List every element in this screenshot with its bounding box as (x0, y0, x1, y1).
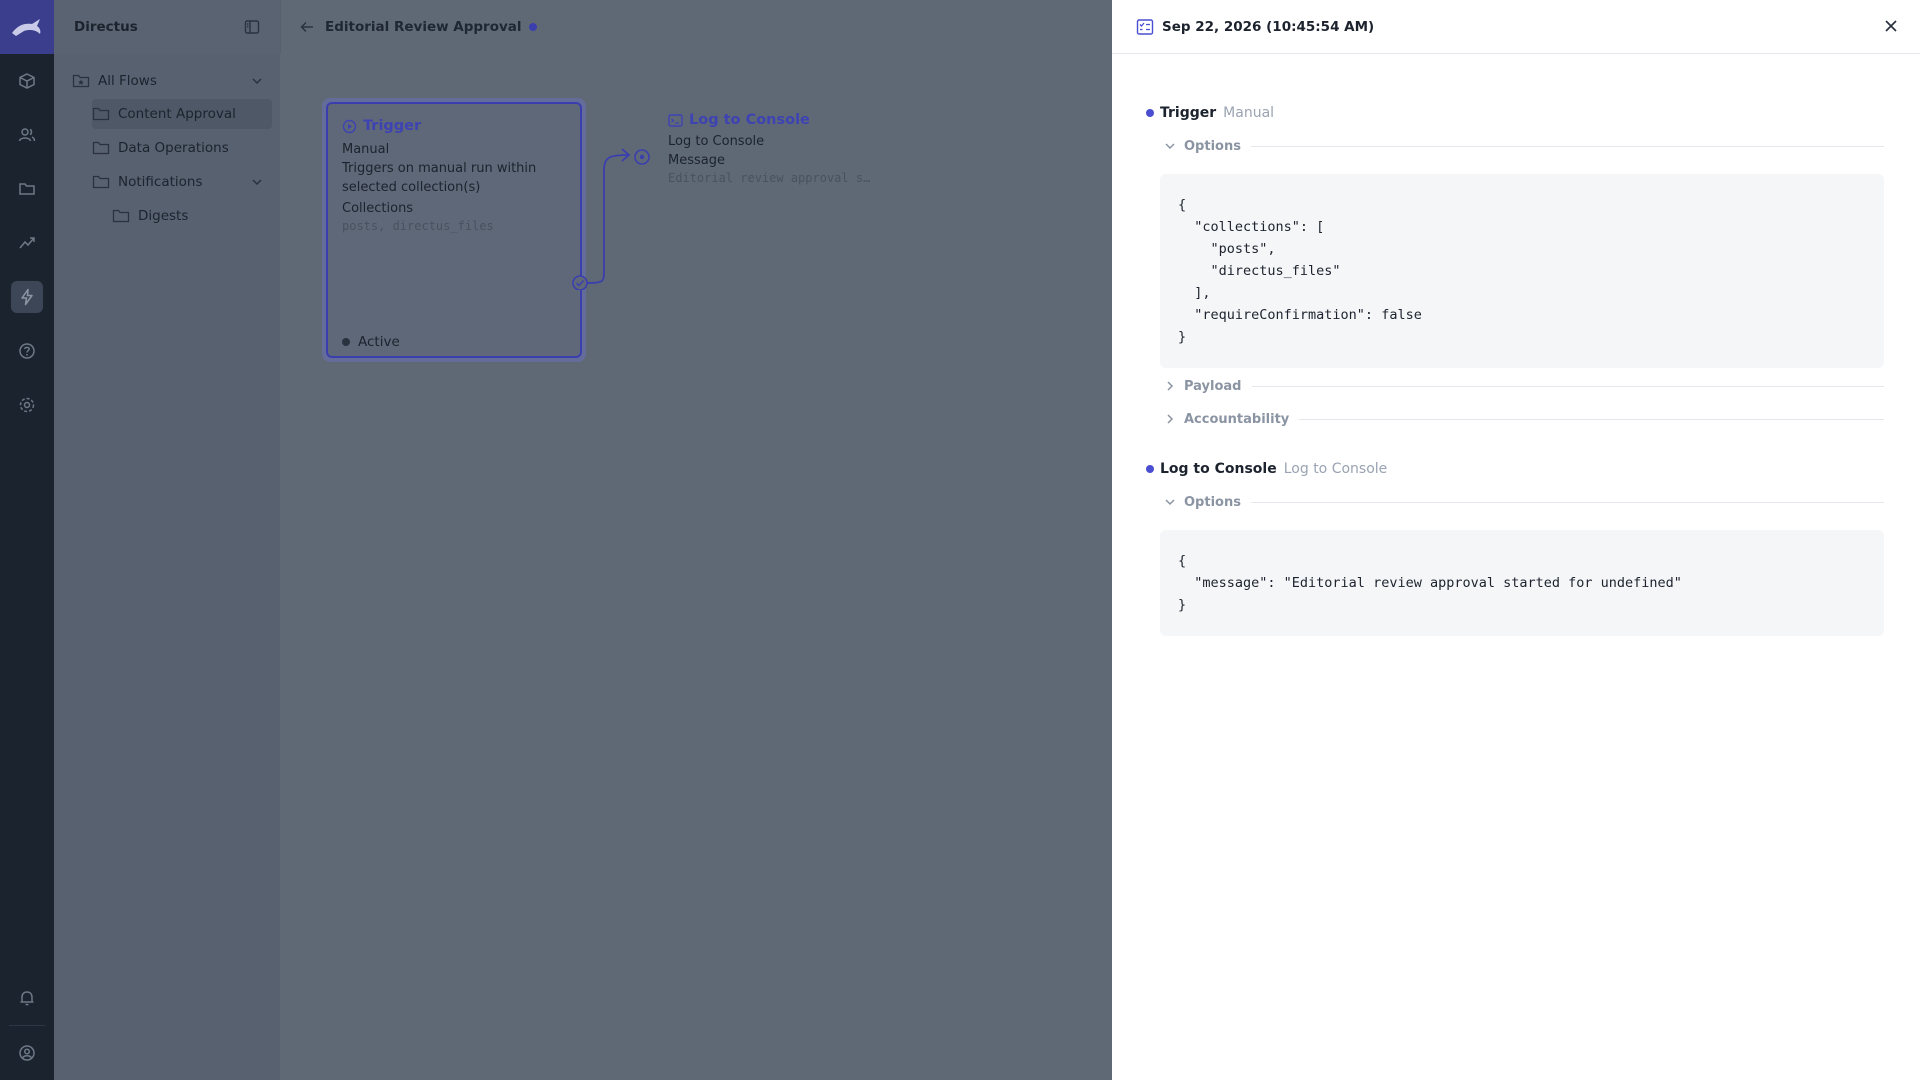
log-list-icon (1136, 18, 1154, 35)
nav-item-data-operations[interactable]: Data Operations (92, 133, 272, 163)
log-to-console-panel[interactable]: Log to Console Log to Console Message Ed… (668, 112, 908, 186)
folder-special-icon (72, 74, 90, 88)
box-icon (19, 73, 35, 89)
module-help[interactable] (0, 324, 54, 378)
navigation-pane: Directus All Flows Content Approval Data… (54, 0, 280, 1080)
users-icon (18, 128, 36, 142)
help-icon (19, 343, 35, 359)
nav-item-notifications[interactable]: Notifications (92, 167, 272, 197)
trigger-panel[interactable]: Trigger Manual Triggers on manual run wi… (322, 98, 586, 362)
module-bar (0, 0, 54, 1080)
folder-icon (92, 141, 110, 155)
close-icon[interactable] (1882, 17, 1900, 35)
step-trigger: Trigger Manual (1146, 105, 1274, 121)
gear-icon (19, 397, 35, 413)
notifications-button[interactable] (0, 971, 54, 1025)
operation-title: Log to Console (689, 112, 810, 128)
play-circle-icon (342, 119, 357, 133)
insights-icon (19, 237, 35, 249)
module-content[interactable] (0, 54, 54, 108)
folder-icon (112, 209, 130, 223)
trigger-title: Trigger (363, 118, 422, 134)
log-detail-drawer: Sep 22, 2026 (10:45:54 AM) Trigger Manua… (1112, 0, 1920, 1080)
log-date: Sep 22, 2026 (10:45:54 AM) (1162, 18, 1375, 35)
nav-item-digests[interactable]: Digests (112, 201, 272, 231)
chevron-right-icon (1167, 381, 1174, 391)
collections-label: Collections (342, 201, 414, 216)
module-flows[interactable] (0, 270, 54, 324)
section-toggle-payload[interactable]: Payload (1164, 377, 1884, 395)
collections-value: posts, directus_files (342, 219, 494, 233)
operation-subtitle: Log to Console (668, 134, 765, 149)
options-json: { "collections": [ "posts", "directus_fi… (1160, 174, 1884, 368)
section-toggle-options[interactable]: Options (1164, 493, 1884, 511)
drawer-header: Sep 22, 2026 (10:45:54 AM) (1112, 0, 1920, 54)
step-kind: Log to Console (1283, 461, 1388, 477)
flow-connector (572, 148, 650, 290)
step-kind: Manual (1223, 105, 1275, 121)
section-toggle-accountability[interactable]: Accountability (1164, 410, 1884, 428)
bolt-icon (21, 288, 33, 306)
bell-icon (20, 991, 34, 1006)
chevron-down-icon (1165, 143, 1175, 150)
back-arrow-icon[interactable] (299, 19, 315, 35)
chevron-down-icon (1165, 499, 1175, 506)
folder-icon (92, 107, 110, 121)
rabbit-logo-icon (12, 19, 41, 36)
module-settings[interactable] (0, 378, 54, 432)
options-json: { "message": "Editorial review approval … (1160, 530, 1884, 636)
terminal-icon (668, 113, 683, 127)
page-header: Editorial Review Approval (280, 0, 1112, 54)
step-name: Trigger (1160, 105, 1217, 121)
chevron-down-icon[interactable] (250, 74, 264, 88)
message-value: Editorial review approval s… (668, 171, 871, 185)
module-insights[interactable] (0, 216, 54, 270)
chevron-down-icon[interactable] (250, 175, 264, 189)
trigger-type: Manual (342, 142, 390, 157)
message-label: Message (668, 153, 725, 168)
module-users[interactable] (0, 108, 54, 162)
section-toggle-options[interactable]: Options (1164, 137, 1884, 155)
user-avatar[interactable] (0, 1026, 54, 1080)
step-log-to-console: Log to Console Log to Console (1146, 461, 1387, 477)
directus-logo[interactable] (0, 0, 54, 54)
nav-header: Directus (54, 0, 280, 54)
page-title: Editorial Review Approval (325, 19, 522, 35)
trigger-description: Triggers on manual run within selected c… (342, 161, 537, 195)
nav-item-all-flows[interactable]: All Flows (72, 66, 272, 96)
step-name: Log to Console (1160, 461, 1277, 477)
folder-icon (19, 183, 35, 195)
account-icon (19, 1045, 35, 1061)
project-name: Directus (74, 19, 138, 35)
sidebar-toggle-icon[interactable] (244, 19, 260, 35)
module-files[interactable] (0, 162, 54, 216)
nav-item-content-approval[interactable]: Content Approval (92, 99, 272, 129)
folder-icon (92, 175, 110, 189)
trigger-status: Active (342, 334, 400, 350)
chevron-right-icon (1167, 414, 1174, 424)
status-dot (528, 23, 537, 31)
